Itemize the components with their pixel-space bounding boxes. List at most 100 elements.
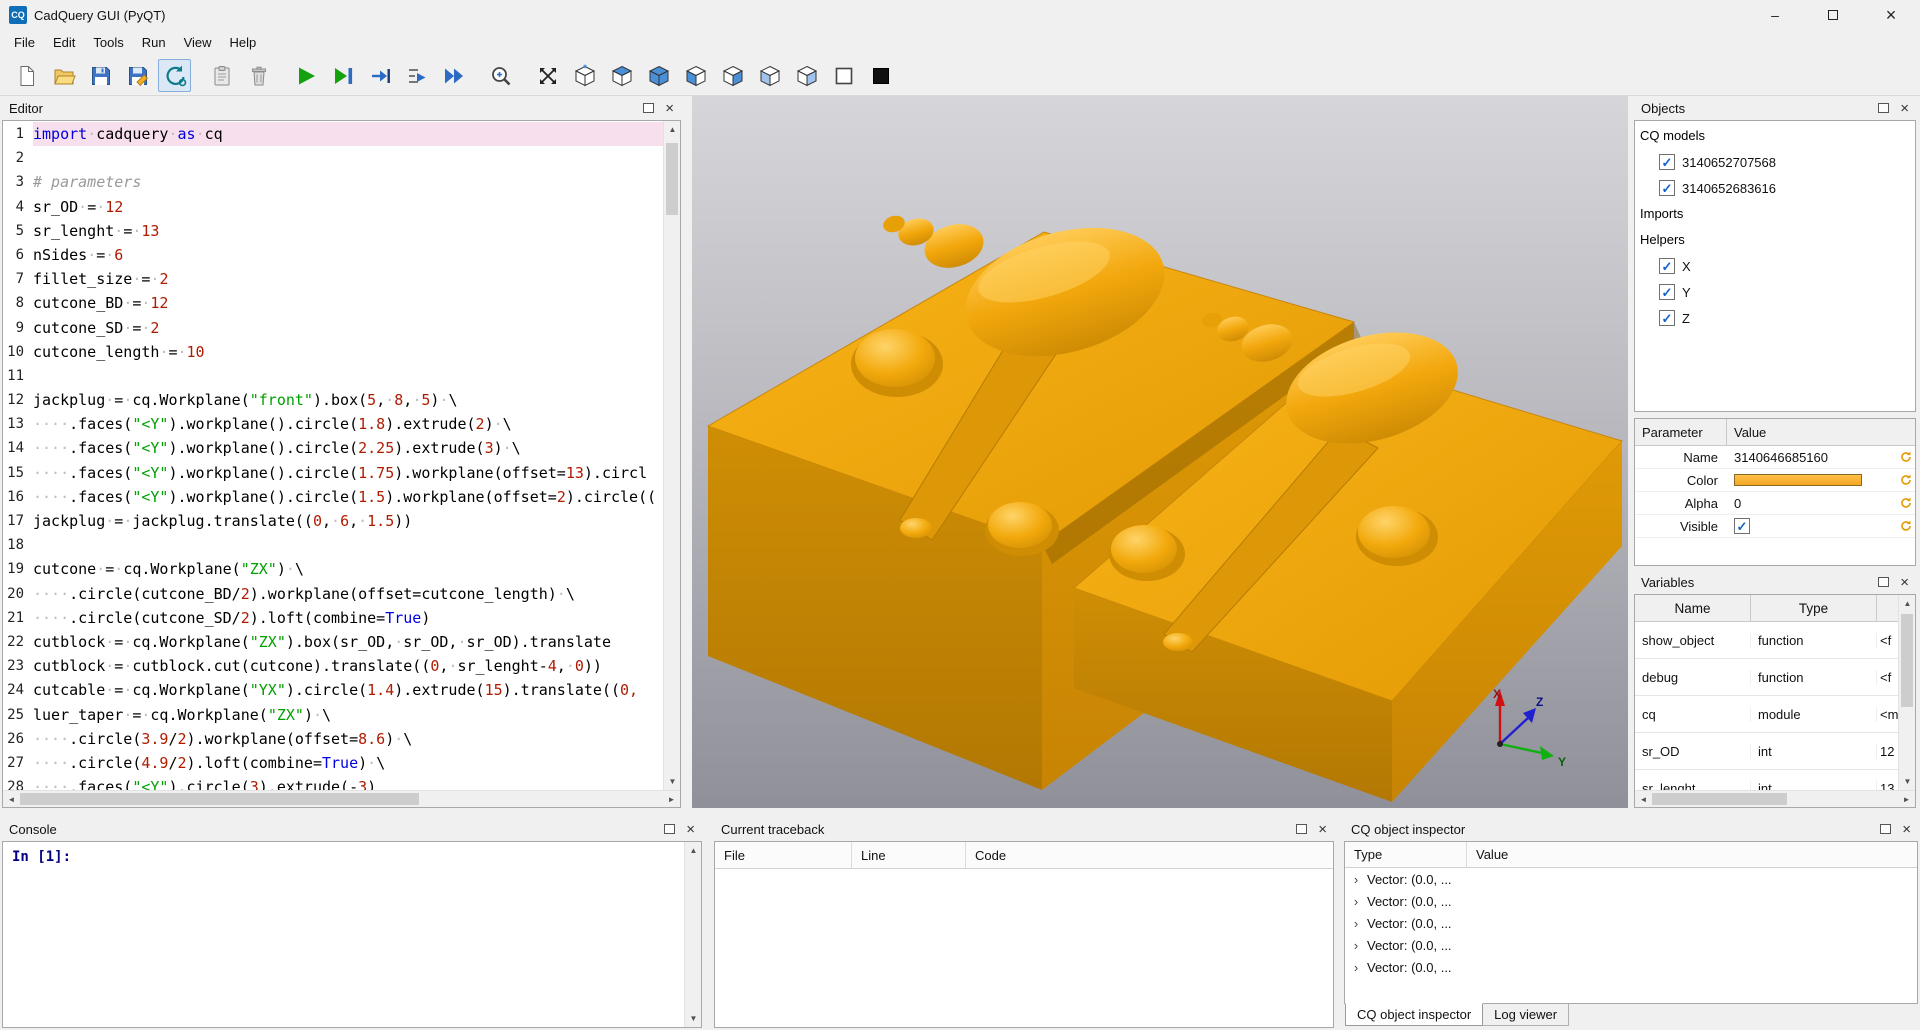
scroll-right-arrow[interactable]: ► [663, 791, 680, 808]
view-right-button[interactable] [790, 59, 823, 92]
expand-arrow-icon[interactable]: › [1345, 872, 1367, 887]
scroll-down-arrow[interactable]: ▼ [664, 773, 680, 790]
scroll-right-arrow[interactable]: ► [1898, 791, 1915, 808]
minimize-button[interactable]: – [1746, 0, 1804, 30]
menu-help[interactable]: Help [221, 32, 266, 54]
variable-row-cq[interactable]: cqmodule<m [1635, 696, 1898, 733]
view-isometric-button[interactable] [568, 59, 601, 92]
dock-close-button[interactable]: × [684, 822, 697, 837]
tab-log-viewer[interactable]: Log viewer [1482, 1004, 1569, 1026]
scrollbar-thumb[interactable] [20, 793, 419, 805]
variables-vertical-scrollbar[interactable]: ▲ ▼ [1898, 595, 1915, 790]
tree-group-imports[interactable]: Imports [1635, 201, 1915, 227]
tree-item-z[interactable]: ✓Z [1635, 305, 1915, 331]
menu-view[interactable]: View [175, 32, 221, 54]
save-button[interactable] [84, 59, 117, 92]
expand-arrow-icon[interactable]: › [1345, 960, 1367, 975]
dock-close-button[interactable]: × [663, 101, 676, 116]
delete-button[interactable] [242, 59, 275, 92]
inspector-row[interactable]: ›Vector: (0.0, ... [1345, 868, 1917, 890]
variables-horizontal-scrollbar[interactable]: ◄ ► [1635, 790, 1915, 807]
code-editor[interactable]: 1import·cadquery·as·cq23# parameters4sr_… [3, 121, 663, 790]
expand-arrow-icon[interactable]: › [1345, 894, 1367, 909]
tree-item-y[interactable]: ✓Y [1635, 279, 1915, 305]
menu-file[interactable]: File [5, 32, 44, 54]
view-left-button[interactable] [753, 59, 786, 92]
dock-close-button[interactable]: × [1898, 575, 1911, 590]
debug-next-button[interactable] [400, 59, 433, 92]
view-top-button[interactable] [605, 59, 638, 92]
inspector-row[interactable]: ›Vector: (0.0, ... [1345, 934, 1917, 956]
scroll-down-arrow[interactable]: ▼ [685, 1010, 702, 1027]
run-button[interactable] [289, 59, 322, 92]
visibility-checkbox[interactable]: ✓ [1659, 284, 1675, 300]
debug-button[interactable] [326, 59, 359, 92]
tab-cq-object-inspector[interactable]: CQ object inspector [1345, 1003, 1483, 1026]
open-file-button[interactable] [47, 59, 80, 92]
tree-item-x[interactable]: ✓X [1635, 253, 1915, 279]
view-bottom-button[interactable] [642, 59, 675, 92]
reset-property-icon[interactable] [1897, 497, 1915, 509]
visibility-checkbox[interactable]: ✓ [1659, 154, 1675, 170]
fit-all-button[interactable] [531, 59, 564, 92]
color-swatch[interactable] [1734, 474, 1862, 486]
close-button[interactable]: × [1862, 0, 1920, 30]
menu-tools[interactable]: Tools [84, 32, 132, 54]
reset-property-icon[interactable] [1897, 520, 1915, 532]
dock-close-button[interactable]: × [1898, 101, 1911, 116]
scroll-left-arrow[interactable]: ◄ [1635, 791, 1652, 808]
wireframe-button[interactable] [827, 59, 860, 92]
editor-horizontal-scrollbar[interactable]: ◄ ► [3, 790, 680, 807]
menu-edit[interactable]: Edit [44, 32, 84, 54]
continue-button[interactable] [437, 59, 470, 92]
tree-item-3140652707568[interactable]: ✓3140652707568 [1635, 149, 1915, 175]
menu-run[interactable]: Run [133, 32, 175, 54]
3d-viewport[interactable]: X Z Y [692, 96, 1628, 808]
property-value[interactable]: 3140646685160 [1727, 450, 1897, 465]
console-vertical-scrollbar[interactable]: ▲ ▼ [684, 842, 701, 1027]
property-value[interactable]: ✓ [1727, 518, 1897, 534]
shaded-button[interactable] [864, 59, 897, 92]
tree-item-3140652683616[interactable]: ✓3140652683616 [1635, 175, 1915, 201]
tree-group-helpers[interactable]: Helpers [1635, 227, 1915, 253]
scroll-left-arrow[interactable]: ◄ [3, 791, 20, 808]
scroll-up-arrow[interactable]: ▲ [664, 121, 680, 138]
property-value[interactable] [1727, 474, 1897, 486]
maximize-button[interactable] [1804, 0, 1862, 30]
save-as-button[interactable] [121, 59, 154, 92]
visibility-checkbox[interactable]: ✓ [1659, 310, 1675, 326]
visible-checkbox[interactable]: ✓ [1734, 518, 1750, 534]
scrollbar-thumb[interactable] [1901, 614, 1913, 707]
tree-group-cq-models[interactable]: CQ models [1635, 123, 1915, 149]
scroll-down-arrow[interactable]: ▼ [1899, 773, 1915, 790]
scrollbar-thumb[interactable] [1652, 793, 1787, 805]
reset-property-icon[interactable] [1897, 474, 1915, 486]
visibility-checkbox[interactable]: ✓ [1659, 258, 1675, 274]
float-icon[interactable] [664, 824, 675, 834]
float-icon[interactable] [1878, 103, 1889, 113]
scrollbar-thumb[interactable] [666, 143, 678, 215]
inspector-row[interactable]: ›Vector: (0.0, ... [1345, 912, 1917, 934]
float-icon[interactable] [1296, 824, 1307, 834]
clipboard-button[interactable] [205, 59, 238, 92]
inspector-row[interactable]: ›Vector: (0.0, ... [1345, 890, 1917, 912]
float-icon[interactable] [643, 103, 654, 113]
scroll-up-arrow[interactable]: ▲ [1899, 595, 1915, 612]
editor-vertical-scrollbar[interactable]: ▲ ▼ [663, 121, 680, 790]
zoom-fit-button[interactable] [484, 59, 517, 92]
debug-step-button[interactable] [363, 59, 396, 92]
variable-row-sr_lenght[interactable]: sr_lenghtint13 [1635, 770, 1898, 790]
view-front-button[interactable] [679, 59, 712, 92]
inspector-row[interactable]: ›Vector: (0.0, ... [1345, 956, 1917, 978]
variable-row-sr_OD[interactable]: sr_ODint12 [1635, 733, 1898, 770]
expand-arrow-icon[interactable]: › [1345, 938, 1367, 953]
property-value[interactable]: 0 [1727, 496, 1897, 511]
variable-row-show_object[interactable]: show_objectfunction<f [1635, 622, 1898, 659]
float-icon[interactable] [1880, 824, 1891, 834]
reset-property-icon[interactable] [1897, 451, 1915, 463]
console-input-area[interactable]: In [1]: [3, 842, 684, 1027]
visibility-checkbox[interactable]: ✓ [1659, 180, 1675, 196]
new-file-button[interactable] [10, 59, 43, 92]
variable-row-debug[interactable]: debugfunction<f [1635, 659, 1898, 696]
scroll-up-arrow[interactable]: ▲ [685, 842, 702, 859]
